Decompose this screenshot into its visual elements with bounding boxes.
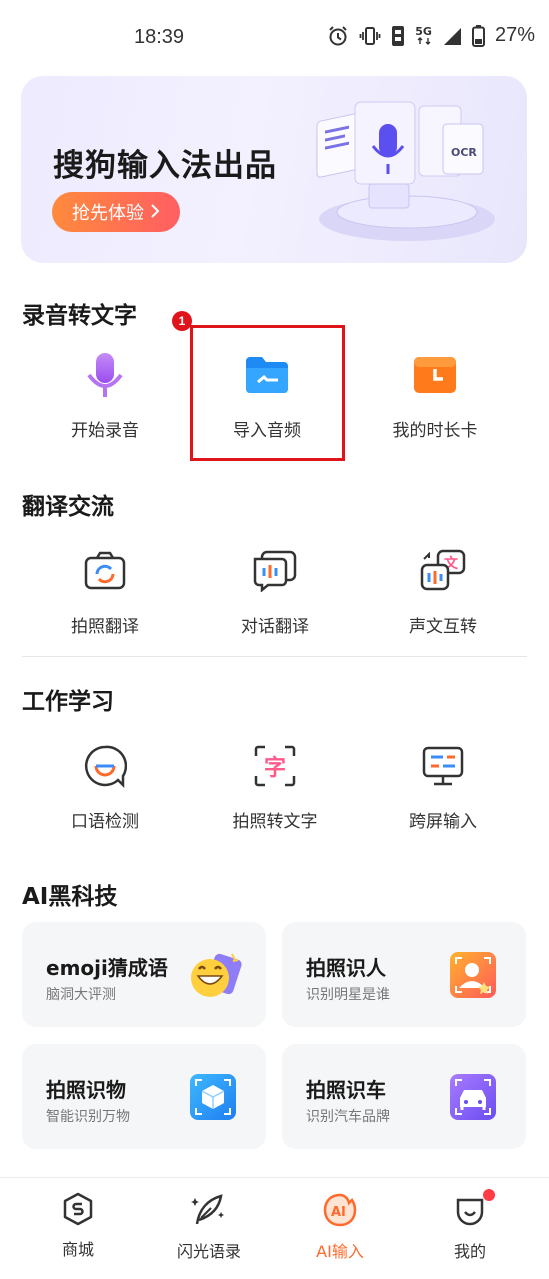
card-title: 拍照识人 [306, 956, 386, 980]
photo-recognize-object-card[interactable]: 拍照识物 智能识别万物 [22, 1044, 266, 1149]
speech-check-icon [82, 743, 128, 789]
section-title-translate: 翻译交流 [22, 494, 114, 520]
microphone-icon [82, 352, 128, 398]
face-scan-icon [448, 950, 498, 1000]
card-title: 拍照识车 [306, 1078, 386, 1102]
quill-icon [191, 1192, 227, 1232]
photo-to-text-icon: 字 [252, 743, 298, 789]
nav-quotes[interactable]: 闪光语录 [149, 1192, 269, 1262]
bottom-nav: 商城 闪光语录 AI AI输入 我的 [0, 1177, 549, 1279]
clock-card-icon [412, 352, 458, 398]
promo-banner[interactable]: 搜狗输入法出品 抢先体验 OCR [21, 76, 527, 263]
car-scan-icon [448, 1072, 498, 1122]
banner-title: 搜狗输入法出品 [53, 148, 277, 184]
card-subtitle: 智能识别万物 [46, 1109, 130, 1125]
try-now-label: 抢先体验 [72, 203, 144, 224]
card-subtitle: 脑洞大评测 [46, 987, 116, 1003]
banner-illustration: OCR [307, 84, 507, 258]
object-scan-icon [188, 1072, 238, 1122]
status-bar: 18:39 5G 27% [0, 0, 549, 74]
speech-check-label: 口语检测 [71, 812, 139, 832]
emoji-icon [188, 950, 242, 1000]
card-subtitle: 识别汽车品牌 [306, 1109, 390, 1125]
card-subtitle: 识别明星是谁 [306, 987, 390, 1003]
nav-shop[interactable]: 商城 [18, 1192, 138, 1260]
nav-profile[interactable]: 我的 [410, 1192, 530, 1262]
annotation-badge: 1 [172, 311, 192, 331]
camera-translate-icon [82, 548, 128, 594]
duration-card-label: 我的时长卡 [392, 421, 478, 441]
ocr-tag: OCR [451, 146, 477, 159]
chevron-right-icon [150, 202, 160, 223]
nav-shop-label: 商城 [61, 1240, 94, 1259]
status-time: 18:39 [134, 26, 185, 48]
profile-icon [452, 1192, 488, 1232]
voice-text-item[interactable]: 文 声文互转 [358, 548, 528, 658]
alarm-icon [327, 25, 349, 47]
photo-recognize-car-card[interactable]: 拍照识车 识别汽车品牌 [282, 1044, 526, 1149]
highlight-box [190, 325, 345, 461]
cross-screen-icon [420, 743, 466, 789]
photo-to-text-item[interactable]: 字 拍照转文字 [190, 743, 360, 853]
battery-text: 27% [494, 24, 535, 46]
section-title-work: 工作学习 [22, 689, 114, 715]
dialog-translate-icon [252, 548, 298, 594]
photo-translate-label: 拍照翻译 [71, 617, 139, 637]
status-icons: 5G 27% [327, 24, 535, 47]
duration-card-item[interactable]: 我的时长卡 [350, 352, 520, 462]
voice-text-icon: 文 [420, 548, 466, 594]
cross-screen-label: 跨屏输入 [409, 812, 477, 832]
photo-to-text-label: 拍照转文字 [232, 812, 318, 832]
dialog-translate-item[interactable]: 对话翻译 [190, 548, 360, 658]
photo-recognize-person-card[interactable]: 拍照识人 识别明星是谁 [282, 922, 526, 1027]
nav-quotes-label: 闪光语录 [176, 1242, 241, 1261]
ai-input-icon: AI [322, 1192, 358, 1232]
sim-icon [391, 25, 405, 47]
nav-profile-label: 我的 [453, 1242, 486, 1261]
nav-ai-input-label: AI输入 [316, 1242, 364, 1261]
section-divider [22, 656, 527, 657]
battery-icon [471, 24, 485, 47]
nav-ai-input[interactable]: AI AI输入 [280, 1192, 400, 1262]
svg-text:字: 字 [264, 755, 286, 781]
start-recording-label: 开始录音 [71, 421, 139, 441]
emoji-idiom-card[interactable]: emoji猜成语 脑洞大评测 [22, 922, 266, 1027]
shop-icon [61, 1192, 95, 1230]
photo-translate-item[interactable]: 拍照翻译 [20, 548, 190, 658]
notification-dot [483, 1189, 495, 1201]
card-title: emoji猜成语 [46, 956, 168, 980]
signal-icon [442, 26, 462, 46]
svg-text:AI: AI [331, 1205, 346, 1220]
dialog-translate-label: 对话翻译 [241, 617, 309, 637]
section-title-record: 录音转文字 [22, 303, 137, 329]
5g-icon: 5G [415, 26, 432, 45]
voice-text-label: 声文互转 [409, 617, 477, 637]
start-recording-item[interactable]: 开始录音 [20, 352, 190, 462]
card-title: 拍照识物 [46, 1078, 126, 1102]
section-title-ai: AI黑科技 [22, 884, 118, 910]
vibrate-icon [359, 25, 381, 47]
try-now-button[interactable]: 抢先体验 [52, 192, 180, 232]
cross-screen-item[interactable]: 跨屏输入 [358, 743, 528, 853]
speech-check-item[interactable]: 口语检测 [20, 743, 190, 853]
